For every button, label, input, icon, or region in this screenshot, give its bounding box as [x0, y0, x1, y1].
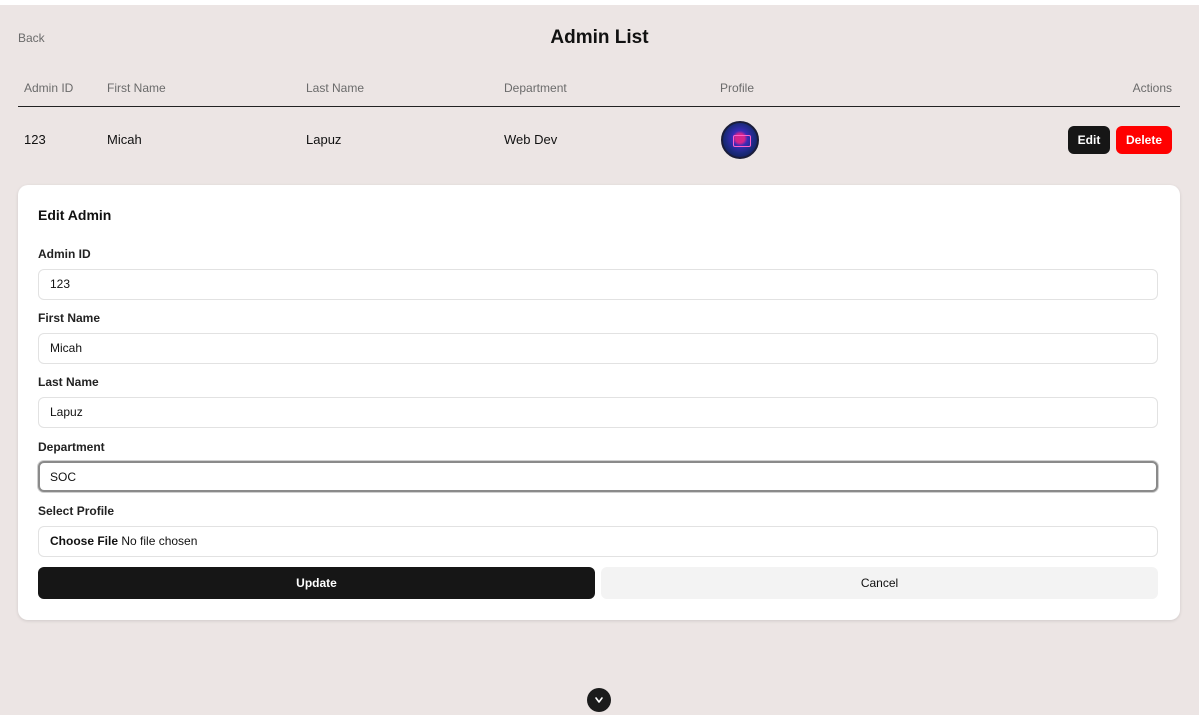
table-row: 123 Micah Lapuz Web Dev Edit Delete — [18, 121, 1180, 161]
edit-admin-card: Edit Admin Admin ID 123 First Name Micah… — [18, 185, 1180, 620]
page-background: Back Admin List Admin ID First Name Last… — [0, 5, 1199, 715]
cell-admin-id: 123 — [24, 132, 46, 147]
last-name-input[interactable]: Lapuz — [38, 397, 1158, 428]
column-header-admin-id: Admin ID — [24, 81, 74, 95]
select-profile-label: Select Profile — [38, 504, 115, 518]
column-header-department: Department — [504, 81, 567, 95]
cell-last-name: Lapuz — [306, 132, 342, 147]
cell-first-name: Micah — [107, 132, 142, 147]
profile-file-input[interactable]: Choose File No file chosen — [38, 526, 1158, 557]
column-header-profile: Profile — [720, 81, 755, 95]
cancel-button[interactable]: Cancel — [601, 567, 1158, 599]
page-title: Admin List — [550, 27, 649, 48]
first-name-input[interactable]: Micah — [38, 333, 1158, 364]
column-header-last-name: Last Name — [306, 81, 365, 95]
table-header: Admin ID First Name Last Name Department… — [18, 81, 1180, 107]
chevron-down-icon[interactable] — [587, 688, 611, 712]
admin-id-label: Admin ID — [38, 247, 91, 261]
department-label: Department — [38, 440, 105, 454]
cell-department: Web Dev — [504, 132, 558, 147]
last-name-label: Last Name — [38, 375, 99, 389]
delete-button[interactable]: Delete — [1116, 126, 1172, 154]
first-name-label: First Name — [38, 311, 101, 325]
edit-admin-title: Edit Admin — [38, 207, 112, 223]
column-header-actions: Actions — [1132, 81, 1172, 95]
choose-file-button[interactable]: Choose File — [50, 534, 118, 548]
column-header-first-name: First Name — [107, 81, 166, 95]
edit-button[interactable]: Edit — [1068, 126, 1110, 154]
admin-id-input[interactable]: 123 — [38, 269, 1158, 300]
file-status-text: No file chosen — [121, 534, 198, 548]
profile-avatar — [721, 121, 759, 159]
update-button[interactable]: Update — [38, 567, 595, 599]
department-input[interactable]: SOC — [38, 461, 1158, 492]
